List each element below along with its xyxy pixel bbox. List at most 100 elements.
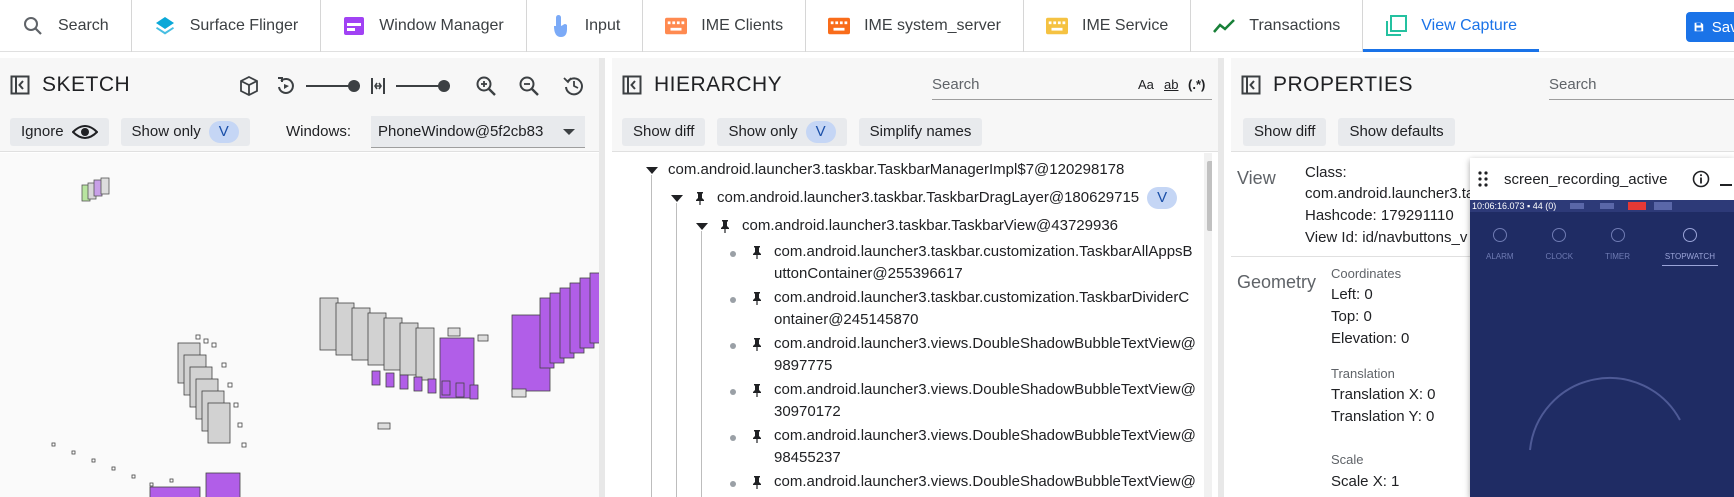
pin-icon[interactable] (750, 291, 764, 306)
left-value: Left: 0 (1331, 286, 1373, 303)
expand-icon[interactable] (646, 166, 658, 174)
sketch-header: SKETCH (0, 58, 599, 112)
tree-node[interactable]: com.android.launcher3.views.DoubleShadow… (750, 471, 1196, 493)
visible-badge: V (1147, 187, 1178, 209)
node-label: com.android.launcher3.views.DoubleShadow… (774, 335, 1196, 352)
node-label-cont: uttonContainer@255396617 (774, 265, 963, 282)
mid-view-rects (319, 297, 489, 430)
geometry-section-label: Geometry (1237, 272, 1317, 292)
info-icon[interactable] (1692, 170, 1710, 188)
tree-node[interactable]: com.android.launcher3.taskbar.TaskbarVie… (696, 215, 1118, 237)
show-only-button[interactable]: Show only V (717, 117, 847, 146)
spacing-icon[interactable] (369, 74, 387, 98)
tree-node[interactable]: com.android.launcher3.taskbar.customizat… (750, 241, 1193, 285)
cube-3d-icon[interactable] (238, 74, 260, 98)
hierarchy-search-input[interactable]: Search Aa ab (.*) (932, 70, 1212, 100)
clock-tab-stopwatch: STOPWATCH (1661, 228, 1718, 266)
scale-label: Scale (1331, 452, 1364, 467)
show-diff-button[interactable]: Show diff (1243, 117, 1327, 146)
pin-icon[interactable] (718, 219, 732, 234)
tab-input[interactable]: Input (527, 0, 644, 52)
view-id-value: View Id: id/navbuttons_v (1305, 229, 1468, 246)
save-button[interactable]: Save (1686, 12, 1734, 42)
tree-node[interactable]: com.android.launcher3.taskbar.TaskbarDra… (671, 187, 1178, 209)
drag-handle-icon[interactable] (1478, 171, 1488, 187)
tree-node[interactable]: com.android.launcher3.views.DoubleShadow… (750, 333, 1196, 377)
match-word-toggle[interactable]: ab (1164, 77, 1178, 92)
keyboard-icon (828, 15, 851, 37)
tab-label: Window Manager (379, 17, 504, 34)
show-only-button[interactable]: Show only V (120, 117, 250, 146)
node-label-cont: 30970172 (774, 403, 841, 420)
tab-ime-system-server[interactable]: IME system_server (806, 0, 1025, 52)
clock-tabs: ALARM CLOCK TIMER STOPWATCH (1470, 228, 1734, 266)
status-text: 10:06:16.073 ▪ 44 (0) (1472, 201, 1557, 211)
clock-tab-label: TIMER (1605, 252, 1630, 261)
pin-icon[interactable] (750, 383, 764, 398)
node-label: com.android.launcher3.taskbar.customizat… (774, 243, 1193, 260)
reset-view-icon[interactable] (563, 74, 585, 98)
node-label-cont: 9897775 (774, 357, 833, 374)
tab-surface-flinger[interactable]: Surface Flinger (132, 0, 322, 52)
zoom-in-icon[interactable] (475, 74, 497, 98)
simplify-names-button[interactable]: Simplify names (858, 117, 983, 146)
minimize-icon[interactable] (1720, 184, 1732, 186)
scrollbar-thumb[interactable] (1207, 161, 1212, 231)
pin-icon[interactable] (693, 191, 707, 206)
coordinates-label: Coordinates (1331, 266, 1402, 281)
ignore-button[interactable]: Ignore (10, 117, 109, 146)
small-view-rects (81, 177, 110, 202)
overlay-title: screen_recording_active (1504, 170, 1668, 188)
left-view-rects (51, 334, 247, 497)
record-indicator (1628, 202, 1647, 210)
properties-search-input[interactable]: Search (1549, 70, 1734, 100)
tree-node[interactable]: com.android.launcher3.taskbar.TaskbarMan… (646, 159, 1124, 181)
right-view-rects (511, 272, 599, 398)
window-icon (343, 15, 365, 37)
clock-tab-label: ALARM (1485, 252, 1514, 261)
tree-node[interactable]: com.android.launcher3.taskbar.customizat… (750, 287, 1189, 331)
pin-icon[interactable] (750, 245, 764, 260)
tree-node[interactable]: com.android.launcher3.views.DoubleShadow… (750, 379, 1196, 423)
zoom-out-icon[interactable] (518, 74, 540, 98)
clock-tab-label: CLOCK (1545, 252, 1574, 261)
node-label-cont: ontainer@245145870 (774, 311, 919, 328)
tab-view-capture[interactable]: View Capture (1363, 0, 1539, 52)
match-case-toggle[interactable]: Aa (1138, 77, 1154, 92)
leaf-dot (730, 389, 736, 395)
tab-transactions[interactable]: Transactions (1191, 0, 1364, 52)
tree-node[interactable]: com.android.launcher3.views.DoubleShadow… (750, 425, 1196, 469)
show-only-badge: V (208, 120, 239, 143)
tab-search[interactable]: Search (0, 0, 132, 52)
hourglass-icon (1610, 228, 1625, 242)
screen-recording-overlay[interactable]: screen_recording_active 10:06:16.073 ▪ 4… (1470, 158, 1734, 497)
clock-tab-clock: CLOCK (1545, 228, 1574, 266)
overlay-header[interactable]: screen_recording_active (1470, 158, 1734, 200)
translation-y-value: Translation Y: 0 (1331, 408, 1435, 425)
collapse-panel-icon[interactable] (1241, 75, 1261, 95)
pin-icon[interactable] (750, 337, 764, 352)
tab-label: Transactions (1249, 17, 1341, 34)
spacing-slider[interactable] (396, 74, 450, 98)
show-diff-button[interactable]: Show diff (622, 117, 706, 146)
stopwatch-icon (1682, 228, 1697, 242)
show-defaults-button[interactable]: Show defaults (1338, 117, 1455, 146)
rotate-icon[interactable] (276, 74, 296, 98)
windows-select[interactable]: PhoneWindow@5f2cb83 (371, 115, 585, 148)
collapse-panel-icon[interactable] (622, 75, 642, 95)
tab-ime-clients[interactable]: IME Clients (643, 0, 807, 52)
regex-toggle[interactable]: (.*) (1188, 77, 1205, 92)
capture-icon (1385, 15, 1408, 37)
windows-select-value: PhoneWindow@5f2cb83 (378, 122, 544, 140)
expand-icon[interactable] (671, 194, 683, 202)
tree-scrollbar[interactable] (1204, 153, 1212, 497)
pin-icon[interactable] (750, 475, 764, 490)
collapse-panel-icon[interactable] (10, 75, 30, 95)
rotation-slider[interactable] (306, 74, 360, 98)
node-label: com.android.launcher3.taskbar.TaskbarVie… (742, 217, 1119, 234)
sketch-canvas[interactable] (0, 153, 599, 497)
pin-icon[interactable] (750, 429, 764, 444)
expand-icon[interactable] (696, 222, 708, 230)
tab-window-manager[interactable]: Window Manager (321, 0, 527, 52)
tab-ime-service[interactable]: IME Service (1024, 0, 1192, 52)
